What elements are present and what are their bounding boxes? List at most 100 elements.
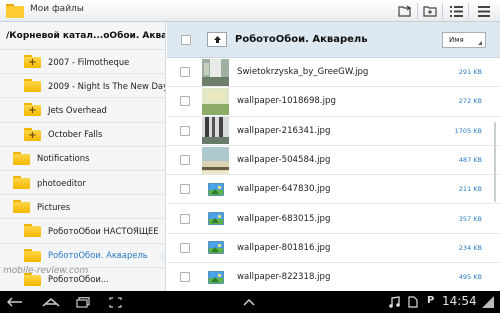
select-all-checkbox[interactable] [181, 34, 191, 45]
file-size: 1705 KB [454, 126, 482, 135]
folder-label: Pictures [37, 201, 71, 212]
file-name: wallpaper-801816.jpg [237, 242, 331, 253]
file-checkbox[interactable] [180, 272, 190, 283]
folder-tree-item[interactable]: РоботоОбои... [0, 268, 165, 291]
folder-tree-item[interactable]: + Jets Overhead [0, 98, 165, 123]
image-file-icon [202, 264, 229, 291]
folder-label: October Falls [48, 129, 103, 140]
menu-icon [478, 5, 490, 17]
file-row[interactable]: wallpaper-683015.jpg 357 KB [167, 204, 500, 234]
folder-plus-icon: + [24, 103, 41, 117]
sort-selected-value: Имя [449, 36, 464, 44]
recent-apps-button[interactable] [72, 294, 94, 310]
file-row[interactable]: wallpaper-647830.jpg 211 KB [167, 175, 500, 205]
folder-title: РоботоОбои. Акварель [235, 34, 368, 45]
file-name: wallpaper-647830.jpg [237, 184, 331, 195]
file-size: 357 KB [458, 214, 482, 223]
folder-label: 2007 - Filmotheque [48, 56, 130, 67]
file-checkbox[interactable] [180, 125, 190, 136]
folder-icon [24, 272, 41, 286]
file-size: 211 KB [458, 185, 482, 194]
image-file-icon [202, 234, 229, 261]
folder-tree-item[interactable]: + October Falls [0, 123, 165, 147]
file-list-panel: РоботоОбои. Акварель Имя Swietokrzyska_b… [167, 22, 500, 291]
folder-label: Notifications [37, 153, 90, 164]
action-bar: Мои файлы [0, 0, 500, 22]
folder-icon [24, 224, 41, 238]
file-checkbox[interactable] [180, 184, 190, 195]
list-icon [449, 5, 463, 17]
folder-move-icon [398, 5, 412, 17]
back-button[interactable] [4, 294, 26, 310]
file-name: wallpaper-822318.jpg [237, 272, 331, 283]
file-size: 487 KB [458, 156, 482, 165]
file-row[interactable]: wallpaper-801816.jpg 234 KB [167, 234, 500, 264]
file-list: Swietokrzyska_by_GreeGW.jpg 291 KB wallpap… [167, 58, 500, 291]
folder-tree-item[interactable]: 2009 - Night Is The New Day [0, 74, 165, 99]
dropdown-corner-icon [478, 41, 482, 45]
file-name: wallpaper-216341.jpg [237, 125, 331, 136]
image-thumbnail [202, 146, 229, 174]
folder-tree-item[interactable]: РоботоОбои НАСТОЯЩЕЕ [0, 219, 165, 244]
file-name: wallpaper-683015.jpg [237, 213, 331, 224]
arrow-up-icon [213, 36, 221, 43]
folder-label: РоботоОбои. Акварель [48, 250, 148, 261]
folder-icon [13, 176, 30, 190]
screenshot-icon [108, 296, 122, 308]
file-checkbox[interactable] [180, 155, 190, 166]
folder-plus-icon: + [24, 55, 41, 69]
screenshot-button[interactable] [104, 294, 126, 310]
folder-tree-item[interactable]: Pictures [0, 195, 165, 220]
image-file-icon [202, 176, 229, 203]
folder-tree: +2007 - Filmotheque 2009 - Night Is The N… [0, 50, 165, 291]
action-separator [417, 3, 418, 19]
image-thumbnail [202, 117, 229, 145]
back-icon [7, 297, 22, 307]
folder-tree-item[interactable]: Notifications [0, 147, 165, 171]
file-name: Swietokrzyska_by_GreeGW.jpg [237, 67, 369, 78]
file-checkbox[interactable] [180, 67, 190, 78]
document-icon [408, 296, 418, 308]
folder-label: РоботоОбои... [48, 274, 109, 285]
file-name: wallpaper-1018698.jpg [237, 96, 336, 107]
home-icon [42, 298, 60, 307]
file-row[interactable]: wallpaper-216341.jpg 1705 KB [167, 117, 500, 146]
system-bar: P 14:54 [0, 291, 500, 313]
file-row[interactable]: Swietokrzyska_by_GreeGW.jpg 291 KB [167, 58, 500, 88]
folder-icon [24, 79, 41, 93]
up-folder-button[interactable] [207, 32, 227, 47]
file-checkbox[interactable] [180, 242, 190, 253]
new-folder-button[interactable] [420, 2, 440, 20]
folder-tree-item[interactable]: photoeditor [0, 171, 165, 196]
folder-icon [24, 248, 41, 262]
app-title: Мои файлы [30, 4, 84, 14]
home-button[interactable] [40, 294, 62, 310]
file-checkbox[interactable] [180, 213, 190, 224]
move-folder-button[interactable] [395, 2, 415, 20]
file-row[interactable]: wallpaper-822318.jpg 495 KB [167, 263, 500, 291]
recent-apps-icon [76, 296, 90, 308]
folder-icon [13, 200, 30, 214]
file-row[interactable]: wallpaper-504584.jpg 487 KB [167, 146, 500, 176]
scrollbar[interactable] [494, 122, 496, 202]
current-path: /Корневой катал...оОбои. Акварель [0, 22, 165, 50]
files-notification[interactable] [402, 294, 424, 310]
menu-button[interactable] [474, 2, 494, 20]
file-size: 272 KB [458, 97, 482, 106]
file-row[interactable]: wallpaper-1018698.jpg 272 KB [167, 87, 500, 117]
file-checkbox[interactable] [180, 96, 190, 107]
image-thumbnail [202, 58, 229, 86]
file-size: 291 KB [458, 68, 482, 77]
file-size: 495 KB [458, 273, 482, 282]
folder-plus-icon: + [24, 127, 41, 141]
sort-dropdown[interactable]: Имя [442, 32, 486, 48]
expand-button[interactable] [238, 294, 260, 310]
folder-add-icon [423, 6, 437, 17]
folder-tree-panel: /Корневой катал...оОбои. Акварель +2007 … [0, 22, 166, 291]
list-view-button[interactable] [446, 2, 466, 20]
signal-icon [482, 296, 494, 308]
folder-tree-item[interactable]: РоботоОбои. Акварель [0, 244, 165, 268]
status-indicator: P [427, 295, 435, 306]
folder-label: РоботоОбои НАСТОЯЩЕЕ [48, 225, 159, 236]
folder-tree-item[interactable]: +2007 - Filmotheque [0, 50, 165, 75]
